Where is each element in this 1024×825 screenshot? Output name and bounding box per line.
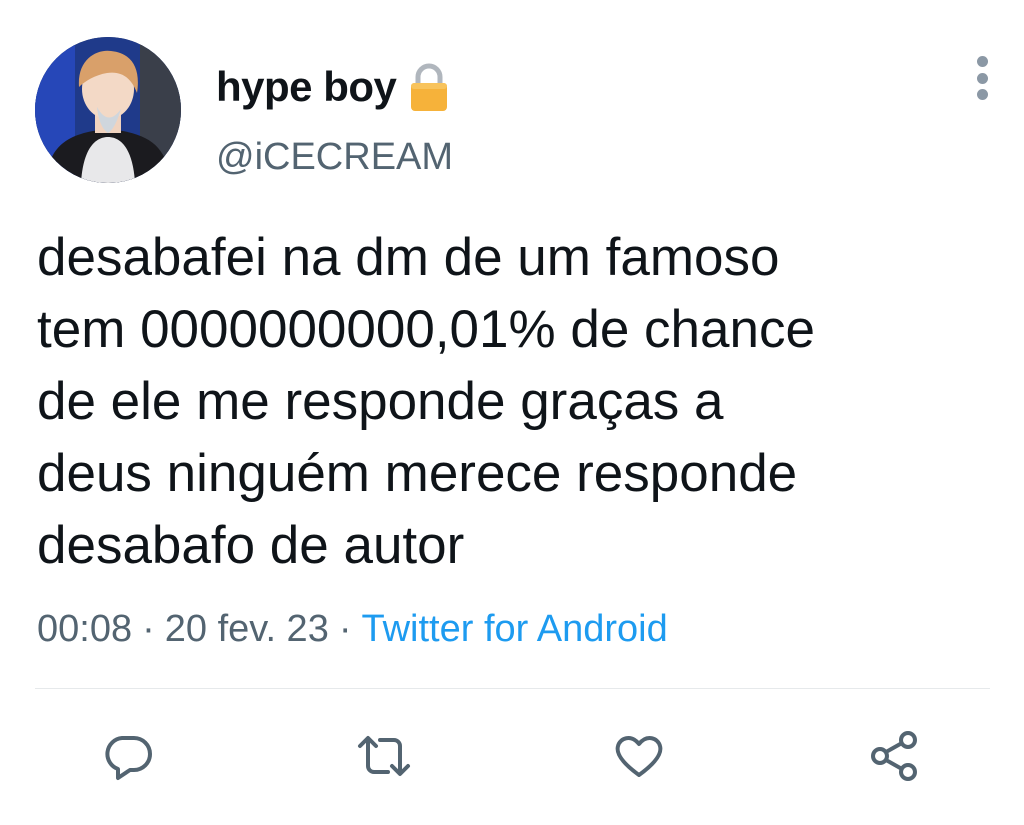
author-name-row[interactable]: hype boy <box>216 62 452 112</box>
tweet-time[interactable]: 00:08 <box>37 608 132 650</box>
like-button[interactable] <box>607 724 671 788</box>
tweet-date[interactable]: 20 fev. 23 <box>165 608 329 650</box>
lock-icon <box>406 62 452 112</box>
tweet-line: de ele me responde graças a <box>37 372 724 431</box>
tweet-line: deus ninguém merece responde <box>37 444 798 503</box>
tweet-meta: 00:08 · 20 fev. 23 · Twitter for Android <box>37 608 668 651</box>
share-button[interactable] <box>862 724 926 788</box>
more-options-button[interactable] <box>968 56 996 100</box>
retweet-button[interactable] <box>352 724 416 788</box>
meta-separator: · <box>142 608 155 650</box>
tweet-source-link[interactable]: Twitter for Android <box>362 608 668 650</box>
avatar-image <box>35 37 181 183</box>
divider <box>35 688 990 689</box>
heart-icon <box>615 736 663 777</box>
meta-separator: · <box>338 608 352 650</box>
retweet-icon <box>358 736 410 776</box>
display-name[interactable]: hype boy <box>216 63 397 111</box>
tweet-text: desabafei na dm de um famoso tem 0000000… <box>37 222 997 582</box>
reply-icon <box>105 736 152 780</box>
user-handle[interactable]: @iCECREAM <box>216 136 453 179</box>
tweet-line: desabafei na dm de um famoso <box>37 228 780 287</box>
avatar[interactable] <box>35 37 181 183</box>
more-dot-icon <box>976 56 988 67</box>
more-dot-icon <box>976 72 988 84</box>
action-bar <box>0 720 1024 790</box>
tweet-line: desabafo de autor <box>37 516 465 575</box>
more-dot-icon <box>976 89 988 100</box>
tweet-line: tem 0000000000,01% de chance <box>37 300 815 359</box>
reply-button[interactable] <box>96 724 160 788</box>
share-icon <box>871 731 917 781</box>
